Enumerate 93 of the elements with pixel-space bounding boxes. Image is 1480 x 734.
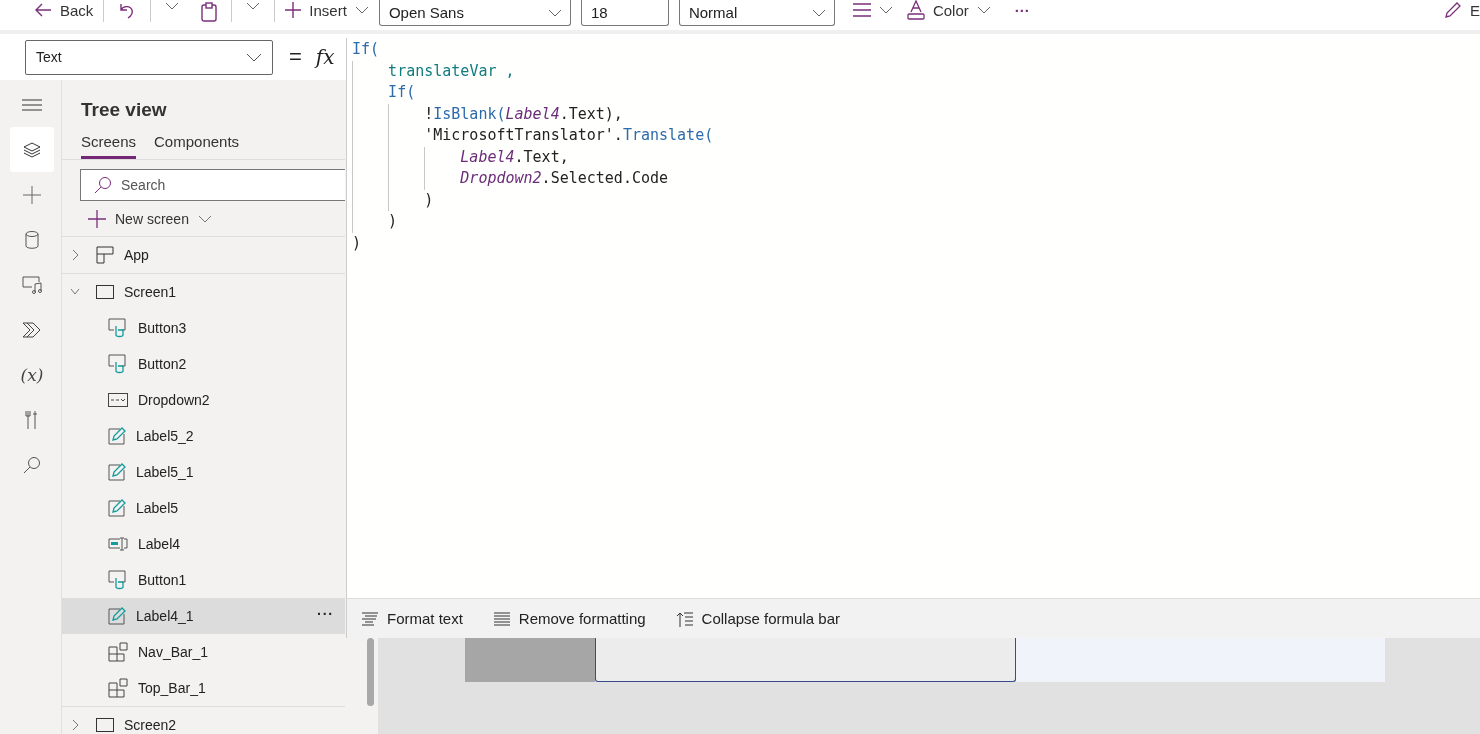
search-icon xyxy=(23,455,41,474)
back-arrow-icon xyxy=(34,3,52,17)
lines-icon xyxy=(492,611,511,626)
font-dropdown[interactable]: Open Sans xyxy=(378,0,571,26)
search-field[interactable]: Search xyxy=(80,169,345,201)
plus-icon xyxy=(88,210,106,228)
code-line: 'MicrosoftTranslator'.Translate( xyxy=(424,125,714,146)
edit-button[interactable]: E xyxy=(1440,0,1480,20)
database-icon xyxy=(25,230,39,249)
label-icon xyxy=(108,463,126,481)
chevron-down-icon xyxy=(354,6,369,14)
plus-icon xyxy=(23,185,41,204)
chevron-down-icon[interactable] xyxy=(246,2,261,10)
code-line: ) xyxy=(352,232,362,254)
chevron-down-icon xyxy=(547,8,562,17)
tree-item[interactable]: Label4_1 ··· xyxy=(62,598,345,634)
label-icon xyxy=(108,499,126,517)
label-icon xyxy=(108,427,126,445)
group-icon xyxy=(108,642,128,662)
align-icon xyxy=(852,3,871,17)
tree-item[interactable]: App xyxy=(62,236,345,273)
scrollbar[interactable] xyxy=(367,638,374,706)
tree-item[interactable]: Dropdown2 xyxy=(62,382,345,418)
collapse-text-button[interactable]: Collapse formula bar xyxy=(669,608,846,629)
rail-variables-button[interactable]: (x) xyxy=(10,352,54,397)
label-icon xyxy=(108,607,126,625)
tree-item[interactable]: Button1 xyxy=(62,562,345,598)
tree-item[interactable]: Label4 xyxy=(62,526,345,562)
chevron-down-icon[interactable] xyxy=(165,2,180,10)
more-icon[interactable]: ··· xyxy=(317,606,334,622)
tree-item[interactable]: Label5_2 xyxy=(62,418,345,454)
paste-icon[interactable] xyxy=(201,2,218,22)
dropdown-icon xyxy=(108,393,128,407)
screen-icon xyxy=(96,285,114,299)
grid-icon xyxy=(96,246,114,264)
screen-icon xyxy=(96,718,114,732)
code-line: Dropdown2.Selected.Code xyxy=(460,168,669,189)
chevrons-icon xyxy=(22,321,42,338)
button-icon xyxy=(108,318,128,338)
chevron-down-icon xyxy=(976,6,991,14)
tools-icon xyxy=(25,409,39,430)
chevron-down-icon xyxy=(878,6,893,14)
chevron-down-icon xyxy=(811,8,826,17)
chevron-down-icon xyxy=(197,215,212,223)
tree-item[interactable]: Button3 xyxy=(62,310,345,346)
format-text-icon xyxy=(361,611,379,626)
tree-item[interactable]: Screen1 xyxy=(62,273,345,310)
tree-item[interactable]: Button2 xyxy=(62,346,345,382)
code-line: !IsBlank(Label4.Text), xyxy=(424,103,623,125)
code-line: If( xyxy=(388,82,416,103)
layers-icon xyxy=(23,140,41,159)
code-line: Label4.Text, xyxy=(460,146,569,168)
font-weight-dropdown[interactable]: Normal xyxy=(678,0,835,26)
color-button[interactable]: Color xyxy=(902,0,995,20)
search-icon xyxy=(94,176,112,194)
panel-title: Tree view xyxy=(80,98,168,122)
tree-item[interactable]: Label5_1 xyxy=(62,454,345,490)
tree-item[interactable]: Label5 xyxy=(62,490,345,526)
property-dropdown[interactable]: Text xyxy=(25,39,273,75)
code-line: If( xyxy=(352,39,380,60)
pencil-icon xyxy=(1444,1,1462,19)
canvas-control[interactable] xyxy=(595,638,1016,682)
text-input-icon xyxy=(108,537,128,551)
new-screen-button[interactable]: New screen xyxy=(82,207,218,231)
chevron-icon[interactable] xyxy=(70,249,80,261)
plus-icon xyxy=(285,2,302,18)
button-icon xyxy=(108,570,128,590)
remove-text-button[interactable]: Remove formatting xyxy=(486,609,652,628)
fx-label: fx xyxy=(315,45,335,69)
insert-button[interactable]: Insert xyxy=(281,0,373,20)
font-color-icon xyxy=(906,0,925,20)
formula-editor[interactable]: If( translateVar , If( !IsBlank(Label4.Text), 'MicrosoftTranslator'.Translate( Label4.Text, Dropdown2.Selected.Code ) ) ) xyxy=(347,38,1480,598)
code-line: ) xyxy=(424,189,434,211)
more-button[interactable]: ··· xyxy=(1010,0,1034,20)
media-icon xyxy=(22,275,42,294)
tree-item[interactable]: Top_Bar_1 xyxy=(62,670,345,706)
menu-icon xyxy=(22,98,42,111)
font-size-field[interactable]: 18 xyxy=(580,0,669,26)
format-text-button[interactable]: Format text xyxy=(355,609,469,628)
chevron-icon[interactable] xyxy=(70,719,80,731)
equals-sign: = xyxy=(289,44,302,70)
back-button[interactable]: Back xyxy=(30,0,98,20)
tree-item[interactable]: Nav_Bar_1 xyxy=(62,634,345,670)
tree-tab[interactable]: Screens xyxy=(81,129,137,159)
tree-tab[interactable]: Components xyxy=(154,129,240,159)
code-line: translateVar , xyxy=(388,60,515,82)
rail-layers-button[interactable] xyxy=(10,127,54,172)
code-line: ) xyxy=(388,211,398,232)
tree-item[interactable]: Screen2 xyxy=(62,706,345,734)
collapse-icon xyxy=(675,609,694,628)
button-icon xyxy=(108,354,128,374)
group-icon xyxy=(108,678,128,698)
chevron-down-icon xyxy=(246,52,262,62)
